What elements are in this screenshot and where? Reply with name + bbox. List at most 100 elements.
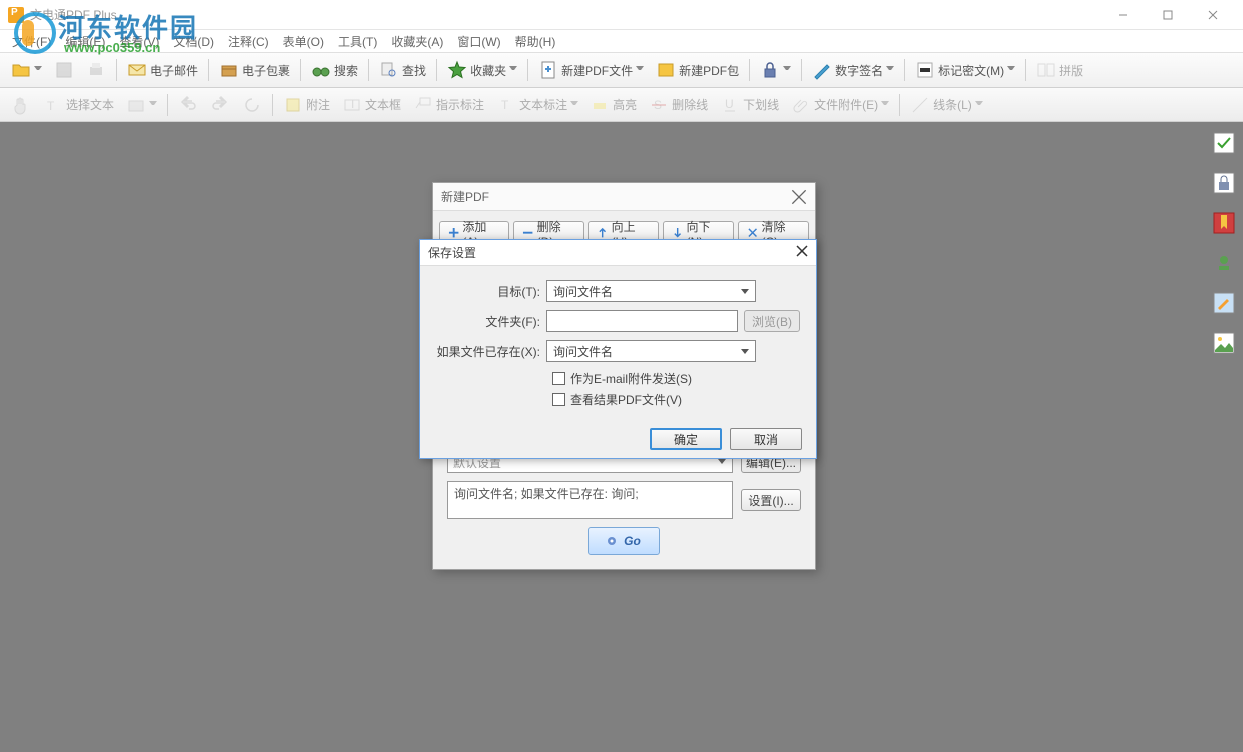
print-button bbox=[81, 57, 111, 83]
menu-document[interactable]: 文档(D) bbox=[167, 31, 220, 52]
separator bbox=[899, 94, 900, 116]
menu-file[interactable]: 文件(F) bbox=[6, 31, 57, 52]
exists-value: 询问文件名 bbox=[553, 343, 613, 360]
close-icon[interactable] bbox=[796, 245, 808, 260]
find-button[interactable]: 查找 bbox=[374, 57, 431, 83]
redact-button[interactable]: 标记密文(M) bbox=[910, 57, 1020, 83]
minimize-button[interactable] bbox=[1100, 1, 1145, 29]
arrow-up-icon bbox=[597, 227, 608, 239]
line-label: 线条(L) bbox=[933, 96, 972, 113]
close-button[interactable] bbox=[1190, 1, 1235, 29]
textmark-button: T文本标注 bbox=[491, 92, 583, 118]
separator bbox=[116, 59, 117, 81]
sidebyside-button: 拼版 bbox=[1031, 57, 1088, 83]
lock-panel-icon[interactable] bbox=[1213, 172, 1235, 194]
separator bbox=[436, 59, 437, 81]
textmark-label: 文本标注 bbox=[519, 96, 567, 113]
chevron-down-icon bbox=[886, 66, 894, 74]
window-controls bbox=[1100, 1, 1235, 29]
chevron-down-icon bbox=[975, 101, 983, 109]
folder-input[interactable] bbox=[546, 310, 738, 332]
textbox-label: 文本框 bbox=[365, 96, 401, 113]
folder-open-icon bbox=[11, 60, 31, 80]
callout-icon bbox=[413, 95, 433, 115]
separator bbox=[368, 59, 369, 81]
chevron-down-icon bbox=[636, 66, 644, 74]
rotate-button bbox=[237, 92, 267, 118]
save-settings-dialog: 保存设置 目标(T): 询问文件名 文件夹(F): 浏览(B) 如果文件已存在(… bbox=[419, 239, 817, 459]
textbox-icon: T bbox=[342, 95, 362, 115]
image-panel-icon[interactable] bbox=[1213, 332, 1235, 354]
separator bbox=[208, 59, 209, 81]
sign-button[interactable]: 数字签名 bbox=[807, 57, 899, 83]
cancel-button[interactable]: 取消 bbox=[730, 428, 802, 450]
package-button[interactable]: 电子包裹 bbox=[214, 57, 295, 83]
exists-select[interactable]: 询问文件名 bbox=[546, 340, 756, 362]
highlight-label: 高亮 bbox=[613, 96, 637, 113]
edit-panel-icon[interactable] bbox=[1213, 292, 1235, 314]
menu-comment[interactable]: 注释(C) bbox=[222, 31, 275, 52]
folder-label: 文件夹(F): bbox=[436, 313, 546, 330]
email-checkbox[interactable] bbox=[552, 372, 565, 385]
minus-icon bbox=[522, 227, 533, 239]
callout-button: 指示标注 bbox=[408, 92, 489, 118]
callout-label: 指示标注 bbox=[436, 96, 484, 113]
find-label: 查找 bbox=[402, 62, 426, 79]
menu-edit[interactable]: 编辑(E) bbox=[59, 31, 111, 52]
select-text-button: T选择文本 bbox=[38, 92, 119, 118]
settings-label: 设置(I)... bbox=[748, 492, 793, 509]
app-title: 文电通PDF Plus bbox=[30, 6, 1100, 23]
select-text-label: 选择文本 bbox=[66, 96, 114, 113]
menu-form[interactable]: 表单(O) bbox=[277, 31, 330, 52]
close-icon[interactable] bbox=[791, 189, 807, 205]
redact-label: 标记密文(M) bbox=[938, 62, 1004, 79]
redo-icon bbox=[210, 95, 230, 115]
ok-button[interactable]: 确定 bbox=[650, 428, 722, 450]
exists-row: 如果文件已存在(X): 询问文件名 bbox=[436, 340, 800, 362]
new-package-button[interactable]: 新建PDF包 bbox=[651, 57, 744, 83]
view-checkbox[interactable] bbox=[552, 393, 565, 406]
target-row: 目标(T): 询问文件名 bbox=[436, 280, 800, 302]
favorites-button[interactable]: 收藏夹 bbox=[442, 57, 522, 83]
settings-button[interactable]: 设置(I)... bbox=[741, 489, 801, 511]
bookmark-panel-icon[interactable] bbox=[1213, 212, 1235, 234]
email-button[interactable]: 电子邮件 bbox=[122, 57, 203, 83]
svg-text:T: T bbox=[349, 97, 357, 111]
undo-button bbox=[173, 92, 203, 118]
new-pdf-button[interactable]: 新建PDF文件 bbox=[533, 57, 649, 83]
save-icon bbox=[54, 60, 74, 80]
open-button[interactable] bbox=[6, 57, 47, 83]
info-text: 询问文件名; 如果文件已存在: 询问; bbox=[454, 487, 639, 501]
new-package-label: 新建PDF包 bbox=[679, 62, 739, 79]
chevron-down-icon bbox=[881, 101, 889, 109]
lock-button[interactable] bbox=[755, 57, 796, 83]
separator bbox=[1025, 59, 1026, 81]
menu-favorites[interactable]: 收藏夹(A) bbox=[385, 31, 449, 52]
check-panel-icon[interactable] bbox=[1213, 132, 1235, 154]
separator bbox=[801, 59, 802, 81]
gear-runner-icon bbox=[607, 534, 621, 548]
go-button[interactable]: Go bbox=[588, 527, 660, 555]
chevron-down-icon bbox=[570, 101, 578, 109]
menu-tools[interactable]: 工具(T) bbox=[332, 31, 383, 52]
stamp-panel-icon[interactable] bbox=[1213, 252, 1235, 274]
target-select[interactable]: 询问文件名 bbox=[546, 280, 756, 302]
separator bbox=[272, 94, 273, 116]
lock-icon bbox=[760, 60, 780, 80]
app-icon bbox=[8, 7, 24, 23]
menu-view[interactable]: 查看(V) bbox=[113, 31, 165, 52]
maximize-button[interactable] bbox=[1145, 1, 1190, 29]
paperclip-icon bbox=[791, 95, 811, 115]
search-button[interactable]: 搜索 bbox=[306, 57, 363, 83]
line-button: 线条(L) bbox=[905, 92, 988, 118]
textbox-button: T 文本框 bbox=[337, 92, 406, 118]
mail-icon bbox=[127, 60, 147, 80]
strike-label: 删除线 bbox=[672, 96, 708, 113]
binoculars-icon bbox=[311, 60, 331, 80]
info-box: 询问文件名; 如果文件已存在: 询问; bbox=[447, 481, 733, 519]
strikethrough-icon: S bbox=[649, 95, 669, 115]
menu-help[interactable]: 帮助(H) bbox=[509, 31, 562, 52]
rotate-icon bbox=[242, 95, 262, 115]
pen-icon bbox=[812, 60, 832, 80]
menu-window[interactable]: 窗口(W) bbox=[451, 31, 506, 52]
